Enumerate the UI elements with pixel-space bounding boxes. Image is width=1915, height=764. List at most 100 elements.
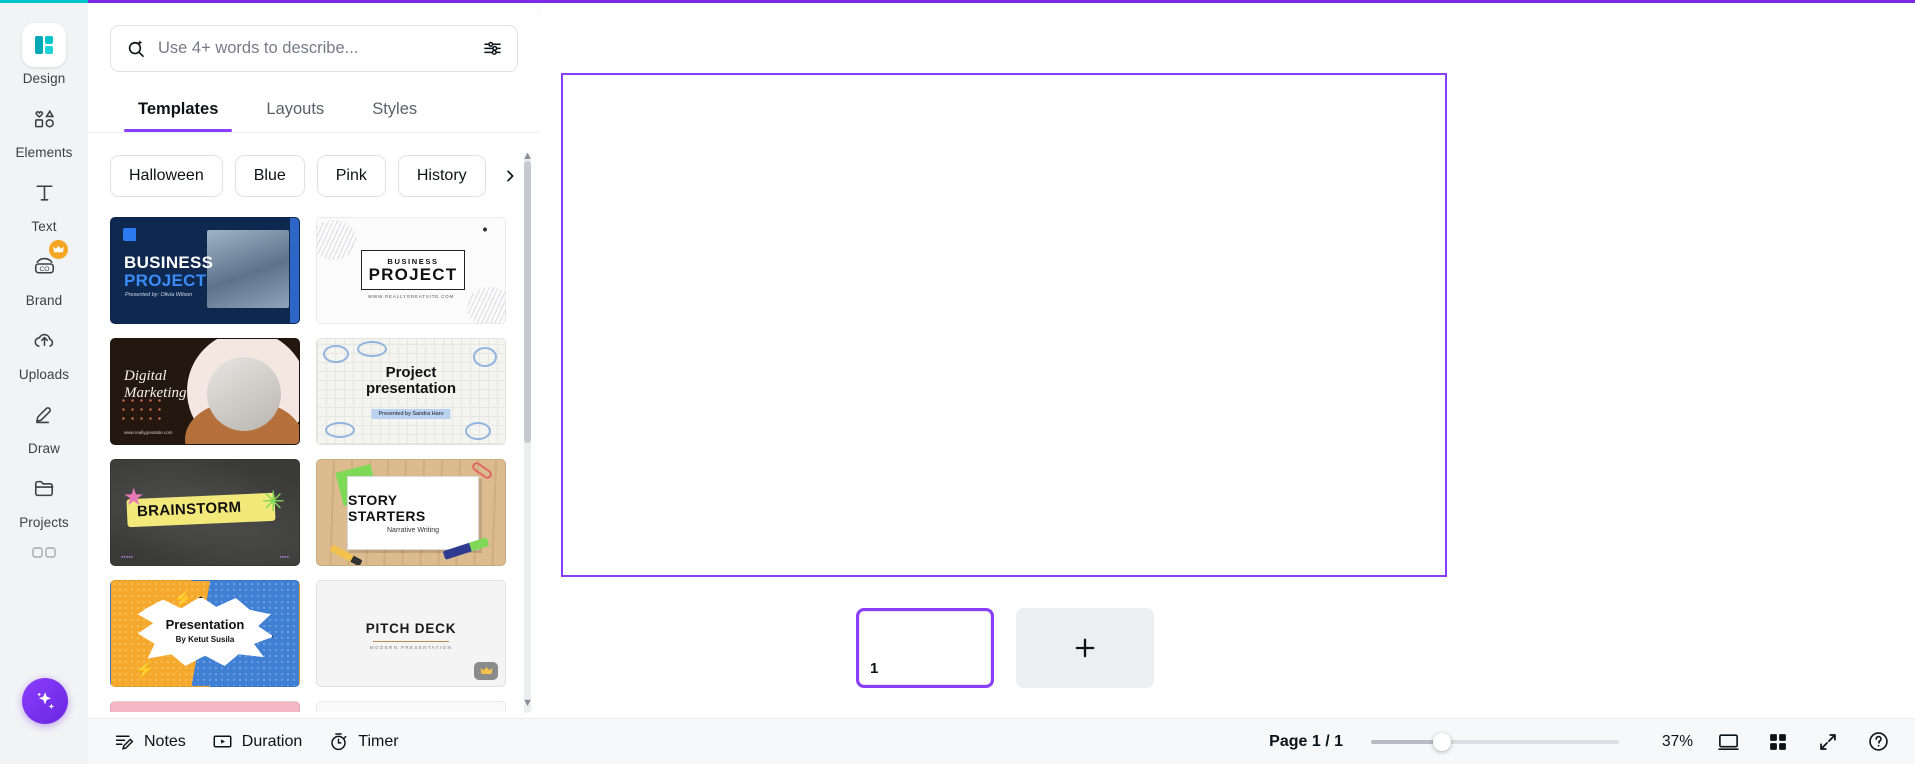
fullscreen-icon[interactable] [1813, 727, 1843, 757]
apps-grid-icon[interactable] [32, 547, 56, 559]
duration-button[interactable]: Duration [212, 731, 302, 752]
present-view-icon[interactable] [1713, 727, 1743, 757]
template-card[interactable]: Digital Marketing www.reallygreatsite.co… [110, 338, 300, 445]
template-footer: ●●●●● ●●●● [121, 554, 289, 559]
template-decor [325, 422, 355, 438]
bolt-icon: ⚡ [173, 591, 193, 608]
uploads-icon [22, 319, 66, 363]
pro-crown-badge [49, 239, 68, 259]
template-card[interactable]: ⚡ ⚡ Presentation By Ketut Susila [110, 580, 300, 687]
timer-button[interactable]: Timer [328, 731, 399, 752]
tab-styles[interactable]: Styles [348, 92, 441, 132]
sidebar-item-label: Design [22, 70, 66, 86]
template-decor [317, 220, 357, 260]
bolt-icon: ⚡ [135, 662, 155, 679]
notes-button[interactable]: Notes [114, 731, 186, 752]
sidebar-item-label: Brand [25, 292, 63, 308]
chip-blue[interactable]: Blue [234, 155, 305, 197]
panel-tabs: Templates Layouts Styles [110, 92, 518, 132]
template-decor [357, 341, 387, 357]
design-icon [22, 22, 66, 67]
sidebar-item-label: Uploads [18, 366, 70, 382]
draw-icon [22, 393, 66, 437]
sidebar-item-text[interactable]: Text [0, 165, 88, 239]
template-title: BUSINESS PROJECT [124, 253, 214, 291]
left-sidebar: Design Elements Text CO Brand Uploads Dr… [0, 3, 88, 764]
template-card[interactable] [110, 701, 300, 712]
template-photo [207, 230, 289, 308]
sidebar-item-uploads[interactable]: Uploads [0, 313, 88, 387]
notes-label: Notes [144, 732, 186, 750]
sidebar-item-label: Draw [28, 440, 60, 456]
template-title: BUSINESS PROJECT [361, 250, 465, 290]
template-card[interactable] [316, 701, 506, 712]
zoom-slider[interactable] [1371, 732, 1619, 751]
sidebar-item-design[interactable]: Design [0, 17, 88, 91]
pro-crown-badge [474, 662, 498, 680]
template-card[interactable]: PITCH DECK MODERN PRESENTATION [316, 580, 506, 687]
help-icon[interactable] [1863, 727, 1893, 757]
canvas-page[interactable] [561, 73, 1447, 577]
bottom-toolbar: Notes Duration Timer Page 1 / 1 37% [88, 718, 1915, 764]
page-count-label: Page 1 / 1 [1269, 732, 1343, 750]
template-subtitle: Presented by: Olivia Wilson [125, 292, 193, 298]
template-decor [473, 347, 497, 367]
duration-icon [212, 731, 233, 752]
canvas-stage: 1 [540, 3, 1915, 718]
template-subtitle: WWW.REALLYGREATSITE.COM [368, 294, 454, 299]
search-input[interactable] [158, 39, 465, 58]
template-card[interactable]: Project presentation Presented by Sandra… [316, 338, 506, 445]
template-card[interactable]: ★ ✳ BRAINSTORM ●●●●● ●●●● [110, 459, 300, 566]
tab-layouts[interactable]: Layouts [242, 92, 348, 132]
magic-search-icon [125, 37, 148, 60]
chip-pink[interactable]: Pink [316, 155, 386, 197]
magic-studio-button[interactable] [22, 678, 68, 724]
duration-label: Duration [241, 732, 303, 750]
zoom-knob[interactable] [1433, 732, 1451, 751]
template-photo [207, 357, 281, 431]
zoom-fill [1371, 739, 1441, 744]
page-thumbnails-strip: 1 [856, 608, 1154, 688]
chip-halloween[interactable]: Halloween [110, 155, 223, 197]
template-title: STORY STARTERS Narrative Writing [347, 476, 479, 550]
scrollbar-thumb[interactable] [524, 161, 531, 443]
bottom-toolbar-left: Notes Duration Timer [114, 731, 399, 752]
chevron-right-icon[interactable] [498, 168, 522, 184]
template-stripe [290, 218, 299, 323]
tab-templates[interactable]: Templates [114, 92, 242, 132]
filter-chips: Halloween Blue Pink History [110, 155, 518, 197]
template-grid: BUSINESS PROJECT Presented by: Olivia Wi… [110, 217, 518, 712]
sidebar-item-draw[interactable]: Draw [0, 387, 88, 461]
template-subtitle: www.reallygreatsite.com [124, 430, 173, 435]
template-subtitle: Presented by Sandra Haro [371, 409, 451, 419]
template-title: PITCH DECK [365, 621, 457, 636]
sidebar-item-projects[interactable]: Projects [0, 461, 88, 535]
template-card[interactable]: BUSINESS PROJECT Presented by: Olivia Wi… [110, 217, 300, 324]
projects-icon [22, 467, 66, 511]
sidebar-item-label: Text [31, 218, 57, 234]
plus-icon [1075, 638, 1095, 658]
page-thumbnail-1[interactable]: 1 [856, 608, 994, 688]
templates-panel: Templates Layouts Styles Halloween Blue … [88, 3, 540, 718]
filter-sliders-icon[interactable] [475, 32, 509, 66]
template-decor [465, 422, 491, 440]
text-icon [22, 171, 66, 215]
template-logo [475, 226, 495, 238]
sidebar-item-label: Projects [19, 514, 69, 530]
add-page-button[interactable] [1016, 608, 1154, 688]
chip-history[interactable]: History [397, 155, 486, 197]
template-decor [467, 287, 505, 323]
template-subtitle: MODERN PRESENTATION [369, 645, 453, 650]
template-card[interactable]: STORY STARTERS Narrative Writing [316, 459, 506, 566]
zoom-percent-label: 37% [1661, 732, 1693, 750]
template-title: Digital Marketing [124, 368, 187, 402]
template-card[interactable]: BUSINESS PROJECT WWW.REALLYGREATSITE.COM [316, 217, 506, 324]
search-bar[interactable] [110, 25, 518, 72]
grid-view-icon[interactable] [1763, 727, 1793, 757]
timer-icon [328, 731, 349, 752]
panel-scrollbar[interactable] [524, 153, 531, 713]
sidebar-item-elements[interactable]: Elements [0, 91, 88, 165]
sidebar-item-brand[interactable]: CO Brand [0, 239, 88, 313]
scroll-down-icon[interactable]: ▼ [522, 697, 533, 709]
scroll-up-icon[interactable]: ▲ [522, 150, 533, 162]
